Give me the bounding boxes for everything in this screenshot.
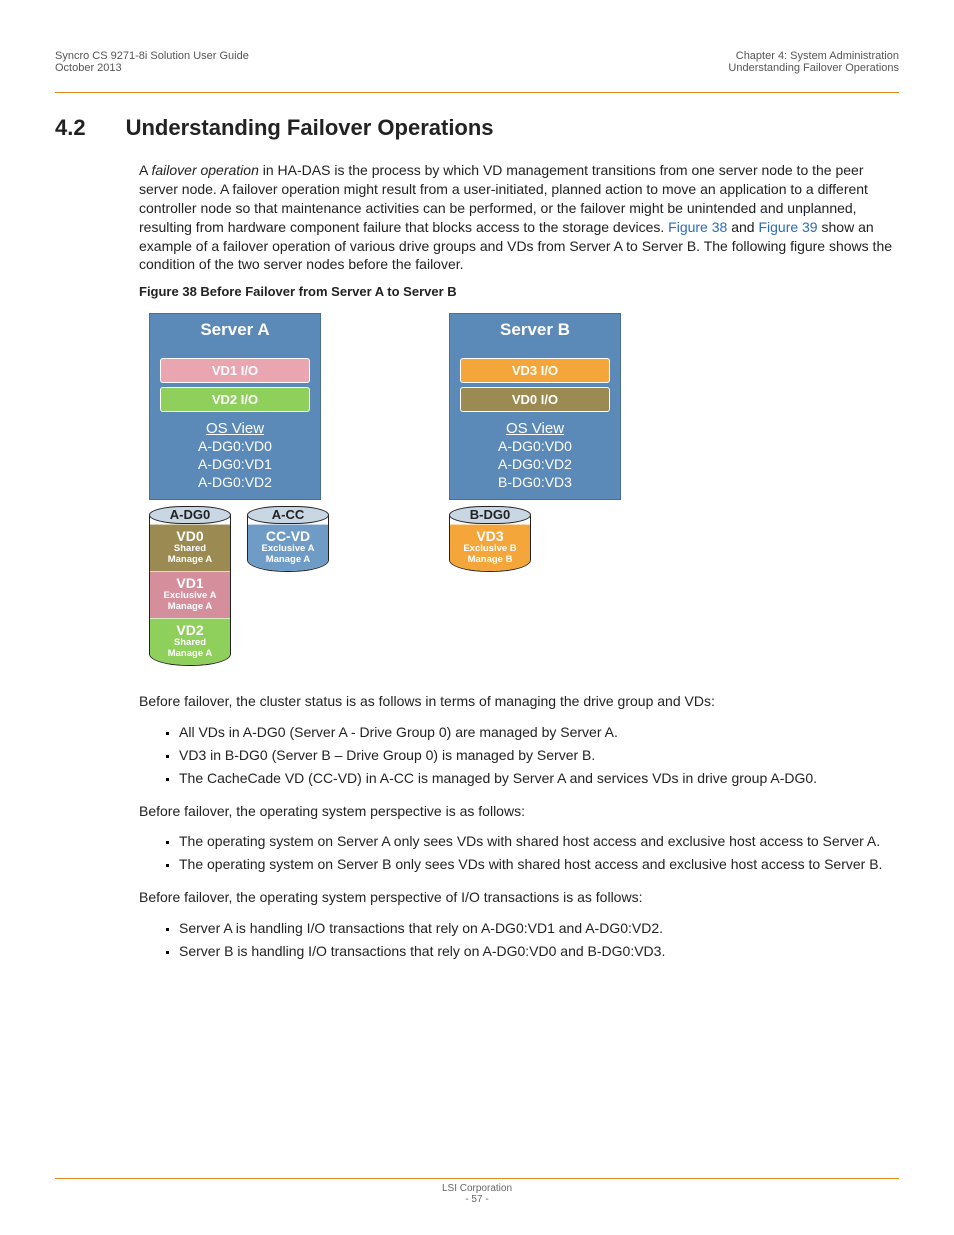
os-perspective-list: The operating system on Server A only se…	[139, 830, 899, 876]
list-item: All VDs in A-DG0 (Server A - Drive Group…	[179, 721, 899, 744]
a-dg0-cylinder: A-DG0 VD0 Shared Manage A VD1 Exclusive …	[149, 506, 231, 666]
section-number: 4.2	[55, 115, 86, 141]
list-item: VD3 in B-DG0 (Server B – Drive Group 0) …	[179, 744, 899, 767]
cluster-status-list: All VDs in A-DG0 (Server A - Drive Group…	[139, 721, 899, 790]
io-perspective-list: Server A is handling I/O transactions th…	[139, 917, 899, 963]
figure-39-link[interactable]: Figure 39	[758, 219, 817, 235]
vd2-io-pill: VD2 I/O	[160, 387, 310, 412]
list-item: The operating system on Server B only se…	[179, 853, 899, 876]
footer-page: - 57 -	[55, 1194, 899, 1205]
vd3-io-pill: VD3 I/O	[460, 358, 610, 383]
list-item: The operating system on Server A only se…	[179, 830, 899, 853]
list-item: The CacheCade VD (CC-VD) in A-CC is mana…	[179, 767, 899, 790]
vd0-io-pill: VD0 I/O	[460, 387, 610, 412]
footer-corp: LSI Corporation	[55, 1183, 899, 1194]
section-heading: 4.2 Understanding Failover Operations	[55, 115, 899, 141]
list-item: Server B is handling I/O transactions th…	[179, 940, 899, 963]
io-perspective-intro: Before failover, the operating system pe…	[139, 888, 899, 907]
page-header: Syncro CS 9271-8i Solution User Guide Oc…	[55, 50, 899, 93]
subchapter-label: Understanding Failover Operations	[728, 62, 899, 74]
list-item: Server A is handling I/O transactions th…	[179, 917, 899, 940]
intro-paragraph: A failover operation in HA-DAS is the pr…	[139, 161, 899, 274]
figure-38-link[interactable]: Figure 38	[668, 219, 727, 235]
figure-caption: Figure 38 Before Failover from Server A …	[139, 284, 899, 299]
doc-title: Syncro CS 9271-8i Solution User Guide	[55, 50, 249, 62]
server-b-box: Server B VD3 I/O VD0 I/O OS View A-DG0:V…	[449, 313, 621, 500]
doc-date: October 2013	[55, 62, 249, 74]
chapter-label: Chapter 4: System Administration	[728, 50, 899, 62]
cluster-status-intro: Before failover, the cluster status is a…	[139, 692, 899, 711]
os-perspective-intro: Before failover, the operating system pe…	[139, 802, 899, 821]
page-footer: LSI Corporation - 57 -	[55, 1178, 899, 1205]
figure-38-diagram: Server A VD1 I/O VD2 I/O OS View A-DG0:V…	[149, 313, 899, 666]
server-a-box: Server A VD1 I/O VD2 I/O OS View A-DG0:V…	[149, 313, 321, 500]
a-cc-cylinder: A-CC CC-VD Exclusive A Manage A	[247, 506, 329, 666]
b-dg0-cylinder: B-DG0 VD3 Exclusive B Manage B	[449, 506, 531, 572]
vd1-io-pill: VD1 I/O	[160, 358, 310, 383]
section-title-text: Understanding Failover Operations	[126, 115, 494, 141]
